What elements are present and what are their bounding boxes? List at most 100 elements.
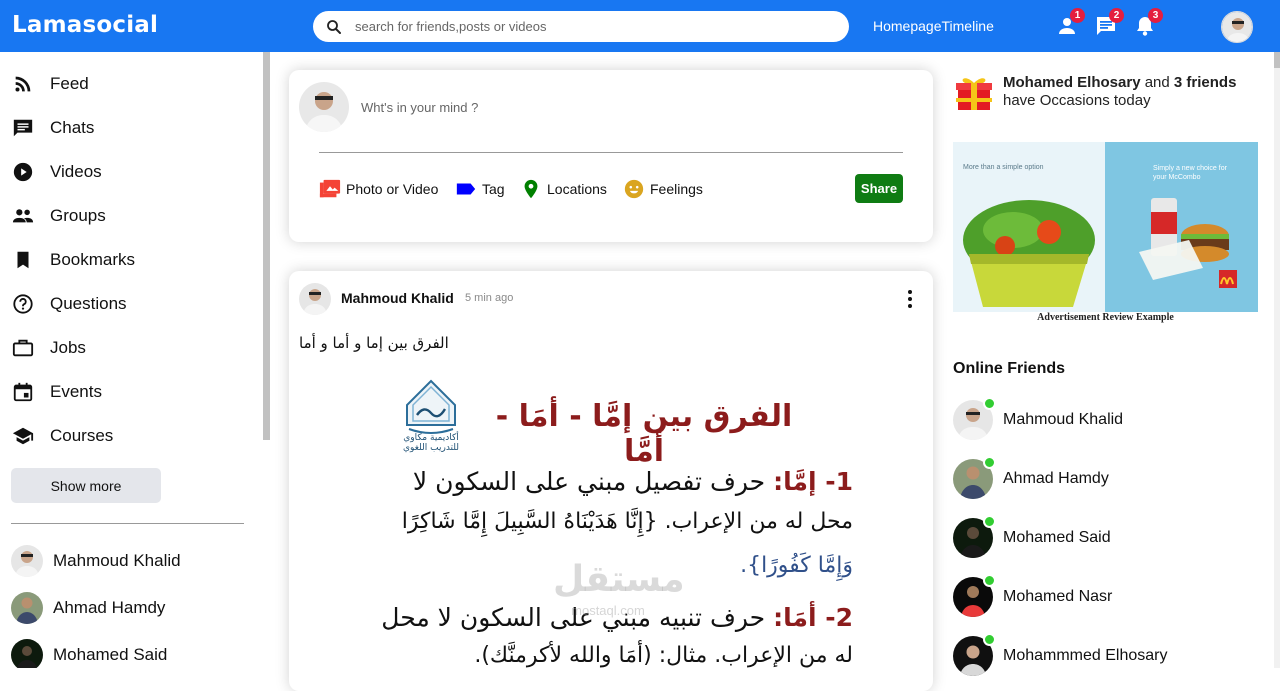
sidebar-divider bbox=[11, 523, 244, 524]
online-indicator bbox=[983, 456, 996, 469]
page-scrollbar-track[interactable] bbox=[1274, 52, 1280, 668]
sidebar-friend[interactable]: Mohamed Said bbox=[11, 639, 167, 668]
ad-caption: Advertisement Review Example bbox=[1037, 312, 1174, 323]
post-username[interactable]: Mahmoud Khalid bbox=[341, 290, 454, 306]
avatar-image bbox=[1222, 12, 1252, 42]
search-input[interactable] bbox=[355, 19, 815, 34]
play-circle-icon bbox=[12, 161, 34, 183]
sidebar-item-courses[interactable]: Courses bbox=[12, 421, 113, 451]
avatar bbox=[11, 639, 43, 668]
share-button[interactable]: Share bbox=[855, 174, 903, 203]
post-text: الفرق بين إما و أما و أما bbox=[299, 334, 449, 352]
online-friend[interactable]: Mohamed Said bbox=[953, 515, 1111, 558]
work-outline-icon bbox=[12, 337, 34, 359]
sidebar-item-events[interactable]: Events bbox=[12, 377, 102, 407]
option-label: Locations bbox=[547, 181, 607, 197]
ad-left-caption: More than a simple option bbox=[963, 164, 1044, 171]
sidebar-friend[interactable]: Ahmad Hamdy bbox=[11, 592, 165, 624]
online-indicator bbox=[983, 633, 996, 646]
sidebar-item-label: Questions bbox=[50, 294, 127, 313]
sidebar-item-chats[interactable]: Chats bbox=[12, 113, 94, 143]
advertisement[interactable]: More than a simple option Simply a new c… bbox=[953, 142, 1258, 327]
show-more-button[interactable]: Show more bbox=[11, 468, 161, 503]
topbar: Lamasocial HomepageTimeline 1 2 3 bbox=[0, 0, 1280, 52]
sidebar-friend[interactable]: Mahmoud Khalid bbox=[11, 545, 181, 577]
online-friends-title: Online Friends bbox=[953, 360, 1066, 377]
bookmark-icon bbox=[12, 249, 34, 271]
option-label: Feelings bbox=[650, 181, 703, 197]
friend-name: Mahmoud Khalid bbox=[1003, 411, 1124, 428]
top-links: Homepage Timeline bbox=[873, 18, 994, 34]
emoji-emotions-icon bbox=[623, 178, 645, 200]
messages-button[interactable]: 2 bbox=[1094, 8, 1124, 38]
sidebar-item-label: Videos bbox=[50, 162, 102, 181]
sidebar-item-feed[interactable]: Feed bbox=[12, 69, 89, 99]
timeline-link[interactable]: Timeline bbox=[942, 18, 994, 34]
sidebar-item-label: Feed bbox=[50, 74, 89, 93]
notifications-badge: 3 bbox=[1148, 8, 1163, 23]
tag-option[interactable]: Tag bbox=[455, 178, 505, 200]
online-indicator bbox=[983, 515, 996, 528]
sidebar-item-groups[interactable]: Groups bbox=[12, 201, 106, 231]
chat-icon bbox=[12, 117, 34, 139]
share-divider bbox=[319, 152, 903, 153]
label-icon bbox=[455, 178, 477, 200]
homepage-link[interactable]: Homepage bbox=[873, 18, 942, 34]
online-friend[interactable]: Mahmoud Khalid bbox=[953, 397, 1124, 440]
online-friend[interactable]: Mohammmed Elhosary bbox=[953, 633, 1168, 676]
friend-name: Mohammmed Elhosary bbox=[1003, 647, 1168, 664]
friend-name: Mahmoud Khalid bbox=[53, 551, 181, 570]
friend-name: Mohamed Said bbox=[1003, 529, 1111, 546]
search-bar[interactable] bbox=[313, 11, 849, 42]
ad-right-caption: Simply a new choice for your McCombo bbox=[1153, 165, 1227, 181]
watermark: مستقل bbox=[553, 559, 685, 600]
sidebar-scrollbar[interactable] bbox=[263, 52, 270, 440]
group-icon bbox=[12, 205, 34, 227]
location-option[interactable]: Locations bbox=[520, 178, 607, 200]
friend-name: Mohamed Nasr bbox=[1003, 588, 1113, 605]
logo[interactable]: Lamasocial bbox=[12, 12, 158, 38]
image-line-2: محل له من الإعراب. {إِنَّا هَدَيْنَاهُ ا… bbox=[401, 509, 853, 534]
sidebar-item-jobs[interactable]: Jobs bbox=[12, 333, 86, 363]
option-label: Tag bbox=[482, 181, 505, 197]
sidebar-item-label: Groups bbox=[50, 206, 106, 225]
avatar bbox=[299, 82, 349, 132]
sidebar-item-label: Bookmarks bbox=[50, 250, 136, 269]
feelings-option[interactable]: Feelings bbox=[623, 178, 703, 200]
avatar bbox=[11, 592, 43, 624]
event-icon bbox=[12, 381, 34, 403]
option-label: Photo or Video bbox=[346, 181, 439, 197]
left-sidebar: Feed Chats Videos Groups Bookmarks Quest… bbox=[0, 52, 270, 668]
photo-video-option[interactable]: Photo or Video bbox=[319, 178, 438, 200]
page-scrollbar-thumb[interactable] bbox=[1274, 52, 1280, 68]
online-indicator bbox=[983, 574, 996, 587]
friend-requests-button[interactable]: 1 bbox=[1055, 8, 1085, 38]
more-vert-icon[interactable] bbox=[905, 289, 915, 309]
help-outline-icon bbox=[12, 293, 34, 315]
online-friend[interactable]: Ahmad Hamdy bbox=[953, 456, 1109, 499]
room-icon bbox=[520, 178, 542, 200]
sidebar-item-label: Events bbox=[50, 382, 102, 401]
online-friend[interactable]: Mohamed Nasr bbox=[953, 574, 1113, 617]
sidebar-item-bookmarks[interactable]: Bookmarks bbox=[12, 245, 135, 275]
post-date: 5 min ago bbox=[465, 292, 514, 304]
perm-media-icon bbox=[319, 178, 341, 200]
sidebar-item-videos[interactable]: Videos bbox=[12, 157, 102, 187]
gift-icon bbox=[955, 72, 993, 112]
school-icon bbox=[12, 425, 34, 447]
online-indicator bbox=[983, 397, 996, 410]
share-box: Photo or Video Tag Locations Feelings Sh… bbox=[289, 70, 933, 242]
avatar[interactable] bbox=[299, 283, 331, 315]
notifications-button[interactable]: 3 bbox=[1133, 8, 1163, 38]
birthday-text: Mohamed Elhosary and 3 friends have Occa… bbox=[1003, 74, 1237, 109]
sidebar-item-questions[interactable]: Questions bbox=[12, 289, 127, 319]
logo-caption: أكاديمية مكاوي للتدريب اللغوي bbox=[403, 433, 459, 453]
friend-requests-badge: 1 bbox=[1070, 8, 1085, 23]
sidebar-item-label: Jobs bbox=[50, 338, 86, 357]
messages-badge: 2 bbox=[1109, 8, 1124, 23]
sidebar-item-label: Courses bbox=[50, 426, 114, 445]
post-image: أكاديمية مكاوي للتدريب اللغوي الفرق بين … bbox=[289, 371, 933, 671]
image-line-5: له من الإعراب. مثال: (أمَا والله لأكرمنَ… bbox=[474, 643, 853, 668]
profile-avatar[interactable] bbox=[1221, 11, 1253, 43]
share-input[interactable] bbox=[361, 100, 861, 115]
